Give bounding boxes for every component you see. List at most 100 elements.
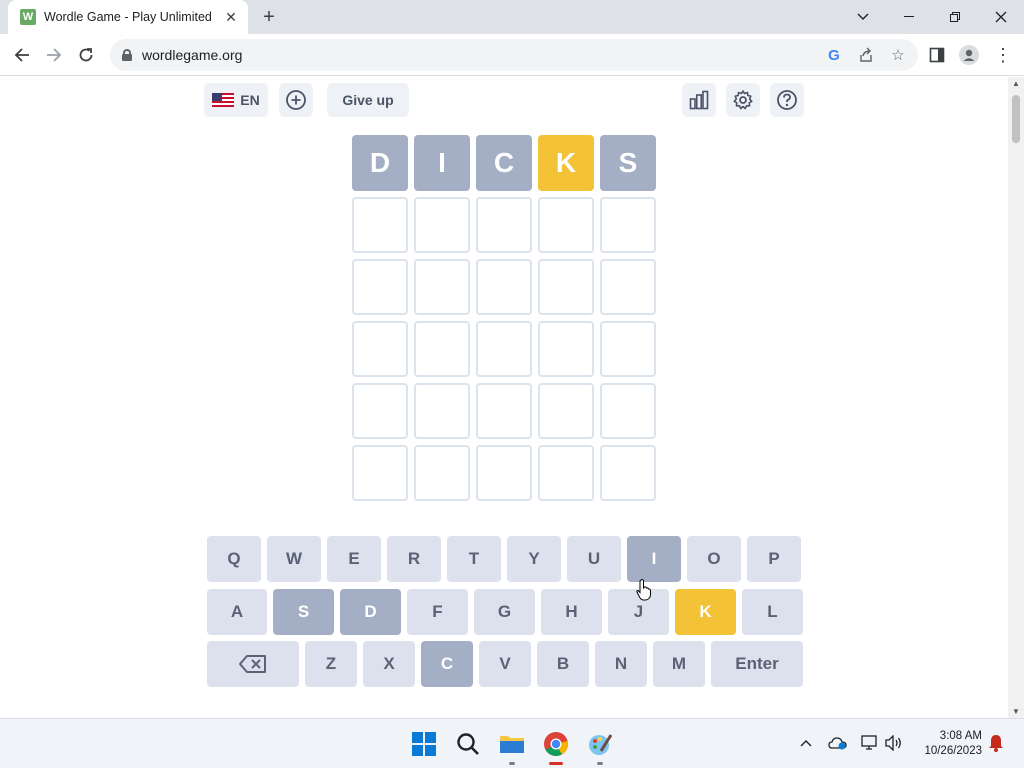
key-t[interactable]: T <box>447 536 501 582</box>
windows-start-icon[interactable] <box>408 728 440 760</box>
board-tile <box>476 197 532 253</box>
key-w[interactable]: W <box>267 536 321 582</box>
key-u[interactable]: U <box>567 536 621 582</box>
new-tab-icon[interactable]: + <box>258 6 280 28</box>
key-d[interactable]: D <box>340 589 401 635</box>
key-v[interactable]: V <box>479 641 531 687</box>
scroll-up-icon[interactable]: ▲ <box>1012 79 1020 88</box>
board-row <box>352 197 656 253</box>
scroll-thumb[interactable] <box>1012 95 1020 143</box>
tab-search-icon[interactable] <box>840 0 886 34</box>
running-indicator <box>509 762 515 765</box>
windows-taskbar: 3:08 AM 10/26/2023 <box>0 718 1024 768</box>
board-tile <box>352 445 408 501</box>
page-scrollbar[interactable]: ▲ ▼ <box>1008 77 1024 718</box>
key-s[interactable]: S <box>273 589 334 635</box>
board-tile <box>476 383 532 439</box>
key-m[interactable]: M <box>653 641 705 687</box>
keyboard-row-2: ASDFGHJKL <box>207 589 803 635</box>
key-b[interactable]: B <box>537 641 589 687</box>
bookmark-star-icon[interactable]: ☆ <box>888 45 908 65</box>
key-z[interactable]: Z <box>305 641 357 687</box>
key-e[interactable]: E <box>327 536 381 582</box>
notification-bell-icon[interactable] <box>986 733 1006 753</box>
board-row <box>352 321 656 377</box>
menu-icon[interactable]: ⋮ <box>992 44 1014 66</box>
search-icon[interactable] <box>452 728 484 760</box>
settings-button[interactable] <box>726 83 760 117</box>
backspace-key[interactable] <box>207 641 299 687</box>
share-icon[interactable] <box>856 45 876 65</box>
show-hidden-icons-icon[interactable] <box>796 733 816 753</box>
close-tab-icon[interactable]: ✕ <box>222 8 240 26</box>
lock-icon <box>122 49 132 61</box>
board-tile <box>414 197 470 253</box>
address-bar[interactable]: wordlegame.org G ☆ <box>110 39 918 71</box>
language-label: EN <box>240 92 260 108</box>
gear-icon <box>733 90 753 110</box>
key-h[interactable]: H <box>541 589 602 635</box>
active-indicator <box>549 762 563 765</box>
help-button[interactable] <box>770 83 804 117</box>
board-tile <box>538 197 594 253</box>
board-tile <box>352 321 408 377</box>
game-board: DICKS <box>352 135 656 507</box>
favicon-icon: W <box>20 9 36 25</box>
new-game-button[interactable] <box>279 83 313 117</box>
volume-icon[interactable] <box>884 733 904 753</box>
plus-circle-icon <box>286 90 306 110</box>
board-tile <box>352 259 408 315</box>
system-clock[interactable]: 3:08 AM 10/26/2023 <box>910 729 982 759</box>
back-icon[interactable] <box>9 42 35 68</box>
browser-toolbar: wordlegame.org G ☆ ⋮ <box>0 34 1024 76</box>
board-tile <box>538 321 594 377</box>
board-tile <box>352 383 408 439</box>
key-n[interactable]: N <box>595 641 647 687</box>
chrome-icon[interactable] <box>540 728 572 765</box>
onedrive-icon[interactable] <box>828 733 848 753</box>
tab-title: Wordle Game - Play Unlimited <box>44 10 212 24</box>
running-indicator <box>597 762 603 765</box>
keyboard-row-3: Z X C V B N M Enter <box>207 641 803 687</box>
key-r[interactable]: R <box>387 536 441 582</box>
give-up-button[interactable]: Give up <box>327 83 409 117</box>
key-i[interactable]: I <box>627 536 681 582</box>
close-window-icon[interactable] <box>978 0 1024 34</box>
wordle-page: EN Give up DICKS QWERTYUIOP ASDFGHJKL ZX… <box>0 77 1008 718</box>
board-tile <box>414 259 470 315</box>
board-tile <box>600 383 656 439</box>
browser-tab-bar: W Wordle Game - Play Unlimited ✕ + <box>0 0 1024 34</box>
forward-icon[interactable] <box>41 42 67 68</box>
enter-key[interactable]: Enter <box>711 641 803 687</box>
browser-tab[interactable]: W Wordle Game - Play Unlimited ✕ <box>8 0 248 34</box>
board-tile: C <box>476 135 532 191</box>
paint-icon[interactable] <box>584 728 616 765</box>
restore-icon[interactable] <box>932 0 978 34</box>
statistics-button[interactable] <box>682 83 716 117</box>
google-icon[interactable]: G <box>824 45 844 65</box>
reload-icon[interactable] <box>73 42 99 68</box>
board-tile <box>600 445 656 501</box>
key-y[interactable]: Y <box>507 536 561 582</box>
side-panel-icon[interactable] <box>926 44 948 66</box>
board-tile <box>600 197 656 253</box>
minimize-icon[interactable] <box>886 0 932 34</box>
key-l[interactable]: L <box>742 589 803 635</box>
scroll-down-icon[interactable]: ▼ <box>1012 707 1020 716</box>
key-k[interactable]: K <box>675 589 736 635</box>
key-c[interactable]: C <box>421 641 473 687</box>
file-explorer-icon[interactable] <box>496 728 528 765</box>
key-q[interactable]: Q <box>207 536 261 582</box>
board-tile: K <box>538 135 594 191</box>
language-button[interactable]: EN <box>204 83 268 117</box>
network-icon[interactable] <box>860 733 880 753</box>
url-text: wordlegame.org <box>142 47 243 63</box>
key-g[interactable]: G <box>474 589 535 635</box>
key-o[interactable]: O <box>687 536 741 582</box>
key-a[interactable]: A <box>207 589 267 635</box>
key-f[interactable]: F <box>407 589 468 635</box>
key-p[interactable]: P <box>747 536 801 582</box>
key-x[interactable]: X <box>363 641 415 687</box>
board-tile <box>600 321 656 377</box>
profile-icon[interactable] <box>958 44 980 66</box>
